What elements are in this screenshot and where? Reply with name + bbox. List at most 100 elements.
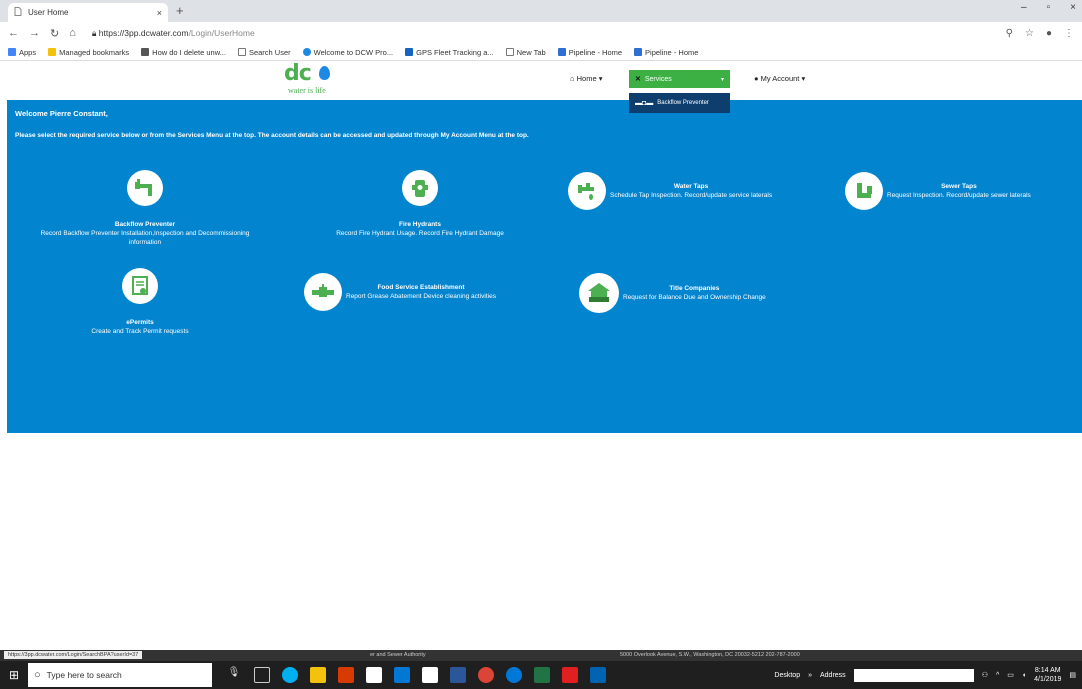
apps-grid-icon: [8, 48, 16, 56]
service-fire-hydrants[interactable]: Fire Hydrants Record Fire Hydrant Usage.…: [325, 170, 515, 238]
service-name: Backflow Preventer: [114, 221, 176, 228]
nav-services-label: Services: [644, 75, 672, 83]
service-water-taps[interactable]: Water Taps Schedule Tap Inspection. Reco…: [568, 172, 772, 210]
excel-icon[interactable]: [534, 667, 550, 683]
skype-icon[interactable]: [282, 667, 298, 683]
bookmark-delete[interactable]: How do I delete unw...: [141, 48, 226, 57]
service-desc: Request for Balance Due and Ownership Ch…: [623, 294, 766, 301]
task-view-icon[interactable]: [254, 667, 270, 683]
notifications-icon[interactable]: ▤: [1069, 671, 1076, 679]
house-icon: ⌂: [570, 74, 575, 83]
clock-time: 8:14 AM: [1034, 667, 1061, 674]
chevron-down-icon: ▾: [598, 74, 603, 83]
minimize-button[interactable]: –: [1021, 2, 1027, 13]
photos-icon[interactable]: [590, 667, 606, 683]
restore-button[interactable]: ▫: [1047, 2, 1051, 13]
clock-date: 4/1/2019: [1034, 676, 1062, 683]
certificate-icon: [122, 268, 158, 304]
nav-services[interactable]: ✕ Services ▾: [629, 70, 730, 88]
pipe-icon: ▬◘▬: [635, 99, 654, 107]
service-sewer-taps[interactable]: Sewer Taps Request Inspection. Record/up…: [845, 172, 1031, 210]
bookmark-apps[interactable]: Apps: [8, 48, 36, 57]
user-icon: ●: [754, 74, 759, 83]
service-desc: Request Inspection. Record/update sewer …: [887, 192, 1031, 199]
bookmarks-bar: Apps Managed bookmarks How do I delete u…: [0, 44, 1082, 61]
browser-tab[interactable]: User Home ×: [8, 3, 168, 22]
taskbar-address-input[interactable]: [853, 668, 974, 682]
search-circle-icon: ○: [34, 669, 41, 681]
site-icon: [141, 48, 150, 56]
site-icon: [405, 48, 414, 56]
bookmark-pipeline-2[interactable]: Pipeline - Home: [634, 48, 698, 57]
bookmark-gps[interactable]: GPS Fleet Tracking a...: [405, 48, 494, 57]
file-explorer-icon[interactable]: [310, 667, 326, 683]
acrobat-icon[interactable]: [562, 667, 578, 683]
system-tray: Desktop » Address ⚇ ^ ▭ ◖ 8:14 AM 4/1/20…: [774, 666, 1082, 684]
network-icon[interactable]: ▭: [1007, 671, 1014, 679]
service-desc: Record Fire Hydrant Usage. Record Fire H…: [336, 230, 504, 237]
new-tab-button[interactable]: +: [176, 3, 184, 19]
back-arrow-icon[interactable]: ←: [8, 27, 19, 39]
volume-icon[interactable]: ◖: [1022, 672, 1026, 679]
edge-icon[interactable]: [506, 667, 522, 683]
fire-hydrant-icon: [402, 170, 438, 206]
service-desc: Report Grease Abatement Device cleaning …: [346, 293, 496, 300]
water-tap-icon: [568, 172, 606, 210]
service-title-companies[interactable]: Title Companies Request for Balance Due …: [579, 273, 766, 313]
microphone-icon[interactable]: 🎙︎: [226, 667, 242, 683]
amazon-icon[interactable]: [422, 667, 438, 683]
tools-icon: ✕: [635, 76, 641, 83]
service-name: Sewer Taps: [941, 183, 977, 190]
office-icon[interactable]: [338, 667, 354, 683]
service-desc: Record Backflow Preventer Installation,I…: [40, 230, 250, 246]
word-icon[interactable]: [450, 667, 466, 683]
nav-account-label: My Account: [760, 74, 800, 83]
taskbar-clock[interactable]: 8:14 AM 4/1/2019: [1034, 666, 1061, 684]
footer-address: 5000 Overlook Avenue, S.W., Washington, …: [620, 652, 800, 658]
lock-icon: 🔒︎: [91, 27, 97, 38]
menu-icon[interactable]: ⋮: [1064, 28, 1074, 39]
site-icon: [634, 48, 643, 56]
dcwater-logo[interactable]: dc water is life: [284, 62, 344, 98]
site-header: dc water is life ⌂ Home ▾ ✕ Services ▾ ●…: [0, 62, 1082, 99]
bookmark-pipeline-1[interactable]: Pipeline - Home: [557, 48, 622, 57]
windows-start-icon[interactable]: ⊞: [0, 668, 28, 682]
services-dropdown-item-backflow[interactable]: ▬◘▬ Backflow Preventer: [629, 93, 730, 113]
taskbar-search[interactable]: ○ Type here to search: [28, 663, 212, 687]
reload-icon[interactable]: ↻: [50, 27, 59, 40]
service-food[interactable]: Food Service Establishment Report Grease…: [304, 273, 496, 311]
forward-arrow-icon[interactable]: →: [29, 27, 40, 39]
service-backflow[interactable]: Backflow Preventer Record Backflow Preve…: [35, 170, 255, 247]
nav-my-account[interactable]: ● My Account ▾: [754, 74, 805, 83]
main-panel: Welcome Pierre Constant, Please select t…: [7, 100, 1082, 433]
nav-home-label: Home: [576, 74, 597, 83]
tab-close-button[interactable]: ×: [157, 8, 162, 18]
home-icon[interactable]: ⌂: [69, 27, 76, 39]
nav-home[interactable]: ⌂ Home ▾: [570, 74, 603, 83]
close-window-button[interactable]: ×: [1070, 2, 1076, 13]
page-icon: [505, 48, 514, 56]
bookmark-welcome[interactable]: Welcome to DCW Pro...: [302, 48, 393, 57]
people-icon[interactable]: ⚇: [982, 671, 988, 679]
windows-taskbar: ⊞ ○ Type here to search 🎙︎ Desktop » Add…: [0, 661, 1082, 689]
zoom-icon[interactable]: ⚲: [1006, 28, 1013, 39]
url-field[interactable]: 🔒︎ https://3pp.dcwater.com/Login/UserHom…: [92, 28, 255, 39]
tab-title: User Home: [28, 8, 69, 17]
camera-icon[interactable]: [366, 667, 382, 683]
address-label: Address: [820, 671, 846, 679]
service-name: Food Service Establishment: [377, 284, 465, 291]
star-icon[interactable]: ☆: [1025, 28, 1034, 39]
bookmark-new-tab[interactable]: New Tab: [505, 48, 546, 57]
chrome-icon[interactable]: [478, 667, 494, 683]
service-name: ePermits: [126, 319, 154, 326]
service-epermits[interactable]: ePermits Create and Track Permit request…: [65, 268, 215, 336]
outlook-icon[interactable]: [394, 667, 410, 683]
chevron-down-icon: ▾: [801, 74, 806, 83]
url-host: https://3pp.dcwater.com: [98, 27, 189, 38]
bookmark-managed[interactable]: Managed bookmarks: [48, 48, 129, 57]
tray-overflow-icon[interactable]: ^: [996, 672, 999, 679]
profile-icon[interactable]: ●: [1046, 28, 1052, 39]
desktop-label[interactable]: Desktop: [774, 672, 800, 679]
status-url: https://3pp.dcwater.com/Login/SearchBPA?…: [4, 651, 143, 659]
bookmark-search-user[interactable]: Search User: [237, 48, 291, 57]
